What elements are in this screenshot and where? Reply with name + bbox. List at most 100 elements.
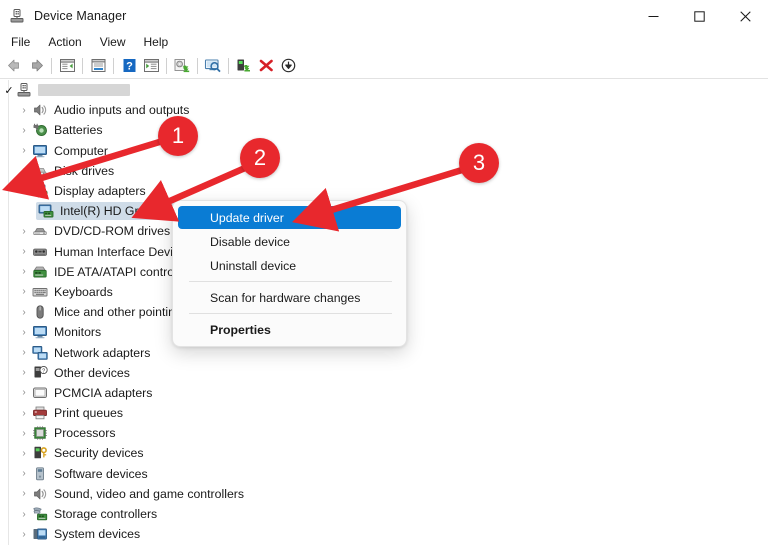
toolbar-separator xyxy=(197,57,198,74)
other-device-icon: ? xyxy=(32,365,48,381)
device-manager-icon xyxy=(9,8,25,24)
tree-item-label: System devices xyxy=(54,527,141,542)
context-menu-separator xyxy=(189,313,392,314)
tree-item-display-adapters[interactable]: ∨ Display adapters xyxy=(0,181,768,201)
toolbar-separator xyxy=(166,57,167,74)
tree-item-label: DVD/CD-ROM drives xyxy=(54,224,171,239)
computer-name-redacted xyxy=(38,84,130,97)
context-menu-item-scan-for-hardware-changes[interactable]: Scan for hardware changes xyxy=(178,286,401,309)
forward-icon[interactable] xyxy=(25,55,47,77)
menu-bar: File Action View Help xyxy=(0,32,768,53)
back-icon[interactable] xyxy=(3,55,25,77)
ide-controller-icon xyxy=(32,264,48,280)
context-menu-item-disable-device[interactable]: Disable device xyxy=(178,230,401,253)
context-menu-item-uninstall-device[interactable]: Uninstall device xyxy=(178,254,401,277)
minimize-button[interactable] xyxy=(630,0,676,32)
context-menu[interactable]: Update driver Disable device Uninstall d… xyxy=(172,200,407,347)
context-menu-separator xyxy=(189,281,392,282)
speaker-icon xyxy=(32,486,48,502)
processor-icon xyxy=(32,425,48,441)
toolbar-separator xyxy=(82,57,83,74)
software-device-icon xyxy=(32,466,48,482)
chevron-right-icon[interactable]: › xyxy=(16,365,32,381)
tree-item-disk-drives[interactable]: › Disk drives xyxy=(0,161,768,181)
menu-help[interactable]: Help xyxy=(135,33,178,52)
help-icon[interactable]: ? xyxy=(118,55,140,77)
scan-for-hardware-changes-icon[interactable] xyxy=(202,55,224,77)
chevron-right-icon[interactable]: › xyxy=(16,466,32,482)
tree-item-label: Display adapters xyxy=(54,184,146,199)
tree-item-processors[interactable]: › Processors xyxy=(0,423,768,443)
chevron-right-icon[interactable]: › xyxy=(16,345,32,361)
chevron-right-icon[interactable]: › xyxy=(16,526,32,542)
battery-icon xyxy=(32,122,48,138)
toolbar-divider xyxy=(0,78,768,79)
tree-root-row[interactable]: ✓ xyxy=(0,80,768,100)
root-check-icon: ✓ xyxy=(4,84,14,97)
monitor-icon xyxy=(32,143,48,159)
menu-view[interactable]: View xyxy=(91,33,135,52)
tree-item-computer[interactable]: › Computer xyxy=(0,141,768,161)
chevron-right-icon[interactable]: › xyxy=(16,143,32,159)
chevron-right-icon[interactable]: › xyxy=(16,102,32,118)
close-button[interactable] xyxy=(722,0,768,32)
tree-item-label: Software devices xyxy=(54,466,148,481)
toolbar-separator xyxy=(113,57,114,74)
toolbar-separator xyxy=(228,57,229,74)
update-driver-icon[interactable] xyxy=(171,55,193,77)
chevron-right-icon[interactable]: › xyxy=(16,264,32,280)
tree-item-pcmcia-adapters[interactable]: › PCMCIA adapters xyxy=(0,383,768,403)
display-adapter-icon xyxy=(32,183,48,199)
storage-controller-icon xyxy=(32,506,48,522)
tree-item-print-queues[interactable]: › Print queues xyxy=(0,403,768,423)
chevron-right-icon[interactable]: › xyxy=(16,122,32,138)
tree-item-label: Security devices xyxy=(54,446,144,461)
tree-item-label: PCMCIA adapters xyxy=(54,385,153,400)
context-menu-item-properties[interactable]: Properties xyxy=(178,318,401,341)
monitor-icon xyxy=(32,324,48,340)
chevron-right-icon[interactable]: › xyxy=(16,304,32,320)
chevron-right-icon[interactable]: › xyxy=(16,244,32,260)
tree-item-sound-video-and-game-controllers[interactable]: › Sound, video and game controllers xyxy=(0,484,768,504)
show-hide-console-tree-icon[interactable] xyxy=(56,55,78,77)
chevron-right-icon[interactable]: › xyxy=(16,445,32,461)
tree-item-storage-controllers[interactable]: › Storage controllers xyxy=(0,504,768,524)
chevron-right-icon[interactable]: › xyxy=(16,223,32,239)
uninstall-device-icon[interactable] xyxy=(255,55,277,77)
chevron-right-icon[interactable]: › xyxy=(16,284,32,300)
tree-item-label: Keyboards xyxy=(54,284,113,299)
tree-item-audio-inputs-and-outputs[interactable]: › Audio inputs and outputs xyxy=(0,100,768,120)
tree-item-batteries[interactable]: › Batteries xyxy=(0,120,768,140)
menu-action[interactable]: Action xyxy=(39,33,90,52)
chevron-right-icon[interactable]: › xyxy=(16,385,32,401)
chevron-right-icon[interactable]: › xyxy=(16,506,32,522)
tree-item-label: Processors xyxy=(54,426,116,441)
tree-item-label: Network adapters xyxy=(54,345,151,360)
properties-icon[interactable] xyxy=(87,55,109,77)
menu-file[interactable]: File xyxy=(2,33,39,52)
tree-item-label: Audio inputs and outputs xyxy=(54,103,190,118)
tree-item-label: Monitors xyxy=(54,325,102,340)
chevron-right-icon[interactable]: › xyxy=(16,425,32,441)
window-title: Device Manager xyxy=(34,9,127,23)
chevron-right-icon[interactable]: › xyxy=(16,324,32,340)
chevron-right-icon[interactable]: › xyxy=(16,486,32,502)
context-menu-item-update-driver[interactable]: Update driver xyxy=(178,206,401,229)
chevron-right-icon[interactable]: › xyxy=(16,163,32,179)
chevron-down-icon[interactable]: ∨ xyxy=(16,183,32,199)
show-hide-action-pane-icon[interactable] xyxy=(140,55,162,77)
network-adapter-icon xyxy=(32,345,48,361)
svg-text:?: ? xyxy=(42,368,45,374)
enable-device-icon[interactable] xyxy=(233,55,255,77)
tree-item-other-devices[interactable]: › ? Other devices xyxy=(0,363,768,383)
toolbar-separator xyxy=(51,57,52,74)
tree-item-label: Sound, video and game controllers xyxy=(54,486,245,501)
maximize-button[interactable] xyxy=(676,0,722,32)
tree-item-software-devices[interactable]: › Software devices xyxy=(0,464,768,484)
keyboard-icon xyxy=(32,284,48,300)
tree-item-security-devices[interactable]: › Security devices xyxy=(0,443,768,463)
chevron-right-icon[interactable]: › xyxy=(16,405,32,421)
tree-item-system-devices[interactable]: › System devices xyxy=(0,524,768,544)
disable-device-icon[interactable] xyxy=(277,55,299,77)
printer-icon xyxy=(32,405,48,421)
